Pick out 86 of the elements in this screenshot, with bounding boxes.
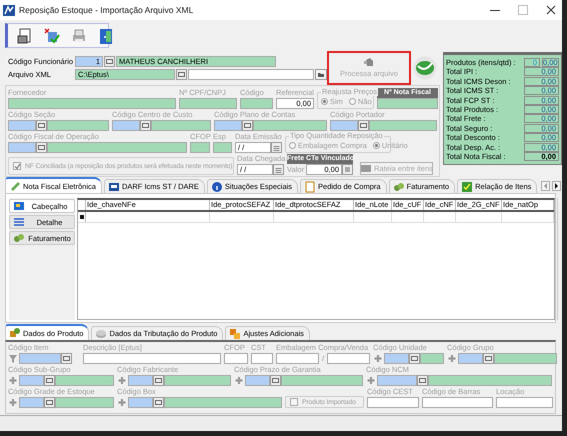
description-field xyxy=(369,120,437,131)
checkbox[interactable] xyxy=(13,162,21,170)
checklist-icon[interactable] xyxy=(43,26,61,44)
code-field[interactable] xyxy=(19,353,61,364)
lookup-button-icon[interactable] xyxy=(44,375,55,386)
radio-button[interactable] xyxy=(321,98,328,105)
folder-button-icon[interactable] xyxy=(315,68,327,80)
radio-button[interactable] xyxy=(372,142,380,149)
readonly-field xyxy=(377,98,438,109)
description-field xyxy=(47,120,109,131)
row-indicator-icon xyxy=(80,215,84,219)
code-field[interactable] xyxy=(330,120,358,131)
lookup-button-icon[interactable] xyxy=(242,120,253,131)
radio-button[interactable] xyxy=(348,98,356,105)
card-icon xyxy=(13,200,25,212)
calculator-icon[interactable] xyxy=(342,164,353,175)
plus-icon[interactable] xyxy=(373,353,383,364)
door-icon[interactable] xyxy=(97,26,115,44)
code-field[interactable] xyxy=(384,353,409,364)
calendar-icon[interactable] xyxy=(271,142,282,153)
code-field[interactable] xyxy=(458,353,483,364)
lookup-button-icon[interactable] xyxy=(358,120,369,131)
app-logo-icon xyxy=(3,4,15,16)
calendar-icon[interactable] xyxy=(273,164,284,175)
box-icon xyxy=(9,327,21,339)
lookup-button-icon[interactable] xyxy=(61,353,72,364)
checklist-icon xyxy=(461,180,474,192)
code-field[interactable] xyxy=(8,142,36,153)
input-field[interactable] xyxy=(422,397,493,408)
lookup-button-icon[interactable] xyxy=(409,353,420,364)
printer-icon[interactable] xyxy=(70,26,88,44)
lookup-button-icon[interactable] xyxy=(36,142,47,153)
readonly-field xyxy=(190,142,210,153)
plus-icon[interactable] xyxy=(8,397,18,408)
lookup-button-icon[interactable] xyxy=(153,375,164,386)
description-field xyxy=(164,375,231,386)
code-field[interactable] xyxy=(112,120,140,131)
description-field xyxy=(55,397,114,408)
description-field xyxy=(151,120,211,131)
code-field[interactable] xyxy=(245,375,270,386)
lookup-button-icon[interactable] xyxy=(153,397,164,408)
code-field[interactable] xyxy=(8,120,36,131)
lookup-button-icon[interactable] xyxy=(44,397,55,408)
code-field[interactable] xyxy=(19,375,44,386)
code-field[interactable] xyxy=(128,397,153,408)
input-field[interactable] xyxy=(188,68,314,80)
code-field[interactable] xyxy=(214,120,242,131)
plus-icon[interactable] xyxy=(117,397,127,408)
close-icon[interactable] xyxy=(546,5,556,15)
input-field[interactable] xyxy=(327,353,370,364)
input-field[interactable] xyxy=(251,353,273,364)
plus-icon[interactable] xyxy=(234,375,244,386)
window-title: Reposição Estoque - Importação Arquivo XML xyxy=(19,5,194,15)
lookup-button-icon[interactable] xyxy=(483,353,494,364)
plus-icon[interactable] xyxy=(117,375,127,386)
readonly-field xyxy=(179,98,237,109)
input-field[interactable] xyxy=(83,353,221,364)
disc-icon xyxy=(95,328,108,340)
lookup-button-icon[interactable] xyxy=(417,375,428,386)
scroll-right-icon[interactable] xyxy=(552,180,562,190)
description-field xyxy=(55,375,114,386)
maximize-icon[interactable] xyxy=(518,5,528,15)
input-field[interactable] xyxy=(367,397,419,408)
readonly-field xyxy=(213,142,232,153)
radio-button[interactable] xyxy=(289,142,296,149)
plus-icon[interactable] xyxy=(366,375,376,386)
checkbox[interactable] xyxy=(290,398,298,406)
input-field[interactable] xyxy=(276,353,319,364)
lookup-button-icon[interactable] xyxy=(176,68,187,80)
input-field[interactable] xyxy=(496,397,553,408)
blocks-icon xyxy=(229,328,242,340)
plus-icon[interactable] xyxy=(8,375,18,386)
description-field xyxy=(494,353,557,364)
code-field[interactable] xyxy=(19,397,44,408)
lookup-button-icon[interactable] xyxy=(36,120,47,131)
plus-icon[interactable] xyxy=(447,353,457,364)
code-field[interactable] xyxy=(377,375,417,386)
code-field[interactable] xyxy=(128,375,153,386)
lookup-button-icon[interactable] xyxy=(104,56,115,66)
card-icon xyxy=(108,180,120,192)
lookup-button-icon[interactable] xyxy=(140,120,151,131)
list-icon xyxy=(13,216,25,228)
description-field xyxy=(420,353,444,364)
readonly-field xyxy=(240,98,273,109)
input-field[interactable] xyxy=(224,353,248,364)
lookup-button-icon[interactable] xyxy=(270,375,281,386)
